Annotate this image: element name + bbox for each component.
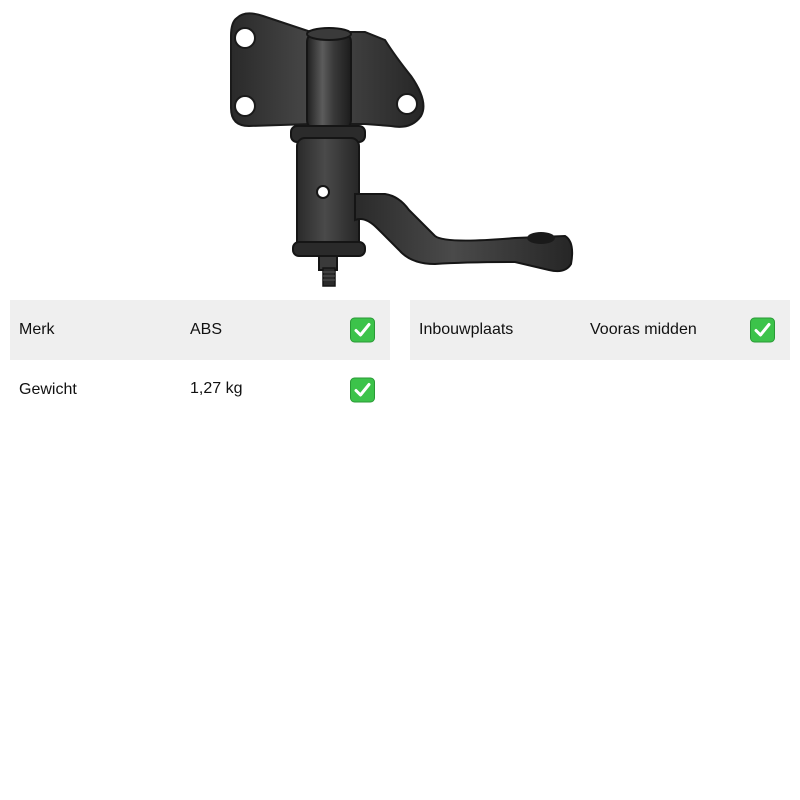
- spec-row-merk: Merk ABS: [10, 300, 390, 360]
- spec-label: Inbouwplaats: [419, 321, 514, 338]
- spec-label: Gewicht: [19, 381, 77, 398]
- product-spec-page: Merk ABS Gewicht 1,27 kg Inbouwplaats Vo…: [0, 0, 800, 800]
- product-image: [215, 6, 585, 292]
- spec-value: ABS: [190, 321, 223, 338]
- spec-table-left: Merk ABS Gewicht 1,27 kg: [10, 300, 390, 420]
- spec-table-right: Inbouwplaats Vooras midden: [410, 300, 790, 360]
- spec-label: Merk: [19, 321, 55, 338]
- spec-value: Vooras midden: [590, 321, 697, 338]
- spec-row-inbouwplaats: Inbouwplaats Vooras midden: [410, 300, 790, 360]
- check-icon: [750, 317, 775, 343]
- check-icon: [350, 317, 375, 343]
- spec-value: 1,27 kg: [190, 379, 243, 397]
- check-icon: [350, 377, 375, 403]
- spec-row-gewicht: Gewicht 1,27 kg: [10, 360, 390, 420]
